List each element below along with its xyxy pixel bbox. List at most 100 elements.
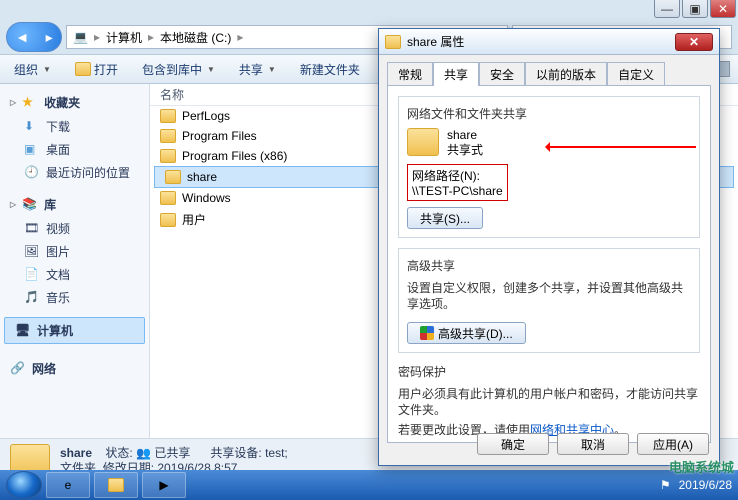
group-title: 密码保护 <box>398 363 700 380</box>
breadcrumb-root-icon[interactable]: 💻 <box>71 30 90 44</box>
start-button[interactable] <box>6 471 42 499</box>
download-icon <box>24 119 40 135</box>
network-path-value: \\TEST-PC\share <box>412 184 503 198</box>
network-path-label: 网络路径(N): <box>412 167 503 184</box>
chevron-right-icon: ▸ <box>237 30 243 44</box>
password-protection-group: 密码保护 用户必须具有此计算机的用户帐户和密码，才能访问共享文件夹。 若要更改此… <box>398 363 700 438</box>
details-status-label: 状态: <box>105 446 132 460</box>
star-icon: ★ <box>22 95 38 111</box>
taskbar-app-explorer[interactable] <box>94 472 138 498</box>
annotation-arrow <box>546 146 696 148</box>
sidebar-item-downloads[interactable]: 下载 <box>0 115 149 138</box>
sidebar-libraries[interactable]: ▷库 <box>0 192 149 217</box>
sidebar-libraries-label: 库 <box>44 196 56 213</box>
dialog-close-button[interactable]: ✕ <box>675 33 713 51</box>
open-label: 打开 <box>94 61 118 78</box>
shield-icon <box>420 326 434 340</box>
video-icon <box>24 221 40 237</box>
system-tray[interactable]: ⚑2019/6/28 <box>660 478 732 492</box>
sidebar-item-videos[interactable]: 视频 <box>0 217 149 240</box>
ok-button[interactable]: 确定 <box>477 433 549 455</box>
sidebar-item-label: 文档 <box>46 266 70 283</box>
sidebar-network-label: 网络 <box>32 360 56 377</box>
sidebar-item-documents[interactable]: 文档 <box>0 263 149 286</box>
sidebar-favorites[interactable]: ▷★收藏夹 <box>0 90 149 115</box>
breadcrumb-drive[interactable]: 本地磁盘 (C:) <box>158 29 233 46</box>
sidebar-item-music[interactable]: 音乐 <box>0 286 149 309</box>
tab-custom[interactable]: 自定义 <box>607 62 665 86</box>
properties-dialog: share 属性 ✕ 常规 共享 安全 以前的版本 自定义 网络文件和文件夹共享… <box>378 28 720 466</box>
tab-general[interactable]: 常规 <box>387 62 433 86</box>
nav-sidebar: ▷★收藏夹 下载 桌面 最近访问的位置 ▷库 视频 图片 文档 音乐 计算机 网… <box>0 84 150 452</box>
back-arrow-icon[interactable]: ◄ <box>15 29 29 45</box>
sidebar-item-recent[interactable]: 最近访问的位置 <box>0 161 149 184</box>
sidebar-favorites-label: 收藏夹 <box>44 94 80 111</box>
advanced-share-button[interactable]: 高级共享(D)... <box>407 322 526 344</box>
sidebar-computer[interactable]: 计算机 <box>4 317 145 344</box>
library-icon <box>22 197 38 213</box>
advanced-share-button-label: 高级共享(D)... <box>438 325 513 342</box>
file-name: Program Files (x86) <box>182 149 287 163</box>
chevron-right-icon: ▸ <box>148 30 154 44</box>
taskbar-app-ie[interactable]: e <box>46 472 90 498</box>
details-name: share <box>60 446 92 460</box>
file-name: 用户 <box>182 211 206 228</box>
tab-security[interactable]: 安全 <box>479 62 525 86</box>
media-icon: ▶ <box>159 478 168 492</box>
chevron-right-icon: ▸ <box>94 30 100 44</box>
network-icon <box>10 361 26 377</box>
details-status-value: 已共享 <box>154 446 190 460</box>
dialog-titlebar[interactable]: share 属性 ✕ <box>379 29 719 55</box>
apply-button[interactable]: 应用(A) <box>637 433 709 455</box>
share-button[interactable]: 共享(S)... <box>407 207 483 229</box>
folder-icon <box>160 149 176 163</box>
minimize-button[interactable]: — <box>654 0 680 18</box>
maximize-button[interactable]: ▣ <box>682 0 708 18</box>
tab-sharing[interactable]: 共享 <box>433 62 479 86</box>
sidebar-network[interactable]: 网络 <box>0 356 149 381</box>
share-with-button[interactable]: 共享 <box>233 59 282 80</box>
sidebar-item-desktop[interactable]: 桌面 <box>0 138 149 161</box>
tray-date: 2019/6/28 <box>679 478 732 492</box>
dialog-body: 网络文件和文件夹共享 share 共享式 网络路径(N): \\TEST-PC\… <box>387 85 711 443</box>
nav-back-forward[interactable]: ◄ ▸ <box>6 22 62 52</box>
folder-icon <box>160 213 176 227</box>
taskbar-app-media[interactable]: ▶ <box>142 472 186 498</box>
organize-button[interactable]: 组织 <box>8 59 57 80</box>
share-mode: 共享式 <box>447 143 483 158</box>
breadcrumb-computer[interactable]: 计算机 <box>104 29 144 46</box>
tab-previous-versions[interactable]: 以前的版本 <box>525 62 607 86</box>
file-name: share <box>187 170 217 184</box>
cancel-button[interactable]: 取消 <box>557 433 629 455</box>
sidebar-item-label: 图片 <box>46 243 70 260</box>
file-name: Program Files <box>182 129 257 143</box>
forward-arrow-icon[interactable]: ▸ <box>46 29 53 46</box>
sidebar-item-pictures[interactable]: 图片 <box>0 240 149 263</box>
sidebar-item-label: 视频 <box>46 220 70 237</box>
folder-icon <box>75 62 91 76</box>
advanced-share-group: 高级共享 设置自定义权限，创建多个共享，并设置其他高级共享选项。 高级共享(D)… <box>398 248 700 353</box>
watermark: 电脑系统城 <box>669 457 734 476</box>
close-button[interactable]: ✕ <box>710 0 736 18</box>
open-button[interactable]: 打开 <box>69 59 124 80</box>
file-name: PerfLogs <box>182 109 230 123</box>
recent-icon <box>24 165 40 181</box>
taskbar: e ▶ ⚑2019/6/28 <box>0 470 738 500</box>
ie-icon: e <box>65 478 72 492</box>
advanced-share-desc: 设置自定义权限，创建多个共享，并设置其他高级共享选项。 <box>407 280 691 312</box>
sidebar-item-label: 下载 <box>46 118 70 135</box>
details-device-label: 共享设备: <box>210 446 261 460</box>
new-folder-button[interactable]: 新建文件夹 <box>294 59 366 80</box>
include-in-library-button[interactable]: 包含到库中 <box>136 59 221 80</box>
group-title: 高级共享 <box>407 257 691 274</box>
music-icon <box>24 290 40 306</box>
picture-icon <box>24 244 40 260</box>
dialog-buttons: 确定 取消 应用(A) <box>477 433 709 455</box>
sidebar-computer-label: 计算机 <box>37 322 73 339</box>
desktop-icon <box>24 142 40 158</box>
password-desc: 用户必须具有此计算机的用户帐户和密码，才能访问共享文件夹。 <box>398 386 700 418</box>
sidebar-item-label: 音乐 <box>46 289 70 306</box>
folder-icon <box>160 191 176 205</box>
document-icon <box>24 267 40 283</box>
dialog-title: share 属性 <box>407 33 464 50</box>
